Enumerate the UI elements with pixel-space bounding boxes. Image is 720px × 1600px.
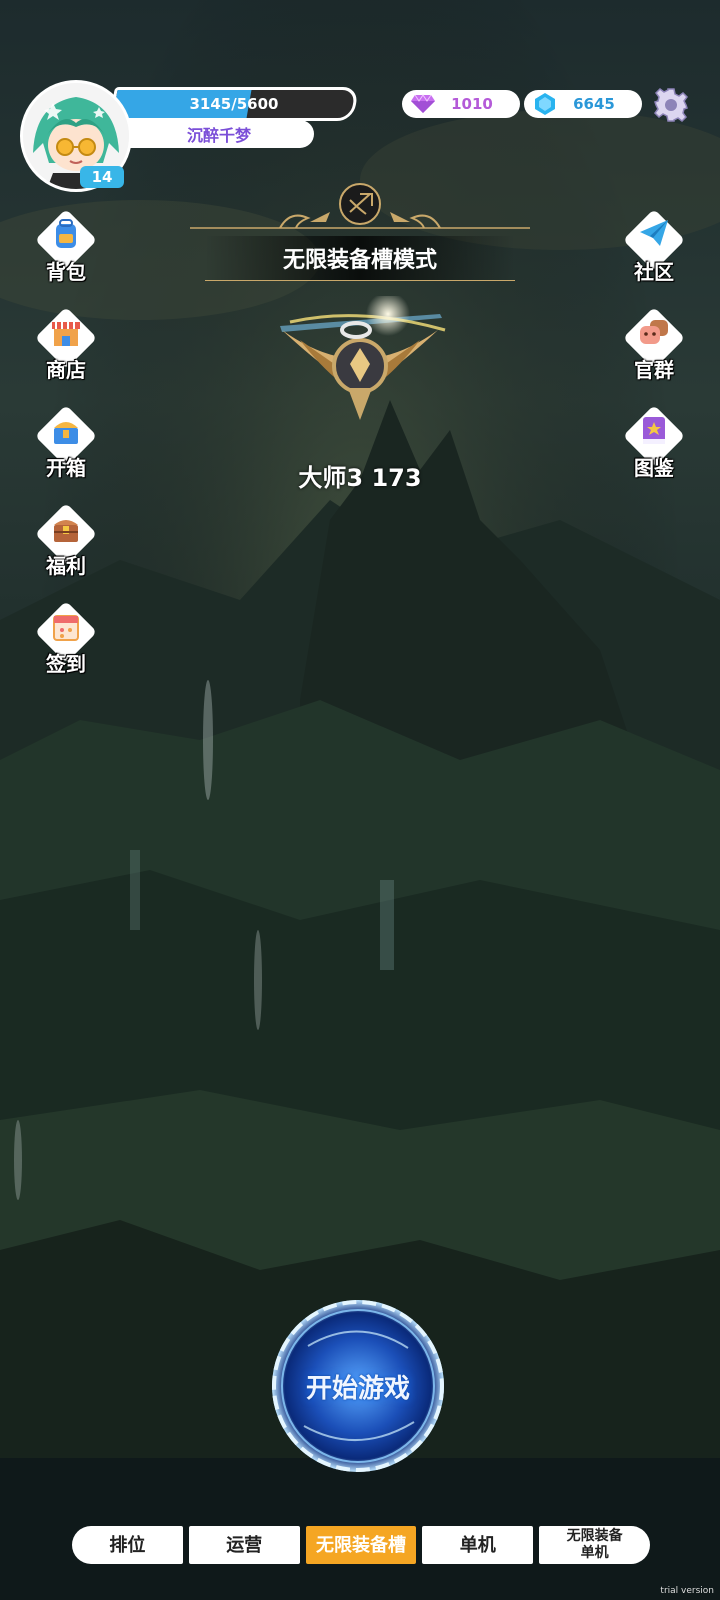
rank-text: 大师3 173 <box>298 464 422 492</box>
start-game-button[interactable]: 开始游戏 <box>268 1368 448 1405</box>
menu-label: 图鉴 <box>634 456 674 480</box>
gem-value: 1010 <box>451 95 493 113</box>
menu-open-box[interactable]: 开箱 <box>26 404 106 488</box>
menu-label: 福利 <box>46 554 86 578</box>
menu-label: 社区 <box>634 260 674 284</box>
book-icon <box>643 417 665 444</box>
player-name: 沉醉千梦 <box>124 120 314 148</box>
exp-bar: 3145/5600 <box>109 87 359 121</box>
tab-unlimited-slots[interactable]: 无限装备槽 <box>305 1526 417 1564</box>
mode-title: 无限装备槽模式 <box>205 236 515 281</box>
menu-handbook[interactable]: 图鉴 <box>614 404 694 488</box>
menu-backpack[interactable]: 背包 <box>26 208 106 292</box>
settings-gear-icon[interactable] <box>654 88 688 122</box>
menu-label: 开箱 <box>46 456 86 480</box>
gem-currency[interactable]: 1010 <box>402 90 520 118</box>
mode-tabs: 排位 运营 无限装备槽 单机 无限装备 单机 <box>72 1526 650 1564</box>
diamond-icon <box>410 91 436 117</box>
calendar-icon <box>53 615 79 641</box>
master-rank-emblem-icon <box>280 296 446 420</box>
menu-label: 商店 <box>46 358 86 382</box>
player-card[interactable]: 3145/5600 沉醉千梦 14 <box>20 80 360 192</box>
level-badge: 14 <box>80 166 124 188</box>
crystal-currency[interactable]: 6645 <box>524 90 642 118</box>
menu-official-group[interactable]: 官群 <box>614 306 694 390</box>
menu-community[interactable]: 社区 <box>614 208 694 292</box>
tab-operation[interactable]: 运营 <box>188 1526 300 1564</box>
paper-plane-icon <box>640 220 668 246</box>
crystal-icon <box>532 91 558 117</box>
group-chat-icon <box>640 320 668 344</box>
menu-label: 签到 <box>46 652 86 676</box>
crossbow-emblem-icon <box>190 183 530 229</box>
crystal-value: 6645 <box>573 95 615 113</box>
chest-icon <box>54 422 78 444</box>
exp-text: 3145/5600 <box>189 95 279 113</box>
gift-chest-icon <box>54 520 78 542</box>
backpack-icon <box>56 219 76 248</box>
tab-unlimited-single[interactable]: 无限装备 单机 <box>539 1526 650 1564</box>
shop-icon <box>52 322 80 346</box>
tab-single-player[interactable]: 单机 <box>422 1526 534 1564</box>
menu-shop[interactable]: 商店 <box>26 306 106 390</box>
menu-label: 背包 <box>46 260 86 284</box>
menu-label: 官群 <box>634 358 674 382</box>
menu-checkin[interactable]: 签到 <box>26 600 106 684</box>
trial-watermark: trial version <box>660 1586 714 1596</box>
tab-ranked[interactable]: 排位 <box>72 1526 183 1564</box>
menu-welfare[interactable]: 福利 <box>26 502 106 586</box>
